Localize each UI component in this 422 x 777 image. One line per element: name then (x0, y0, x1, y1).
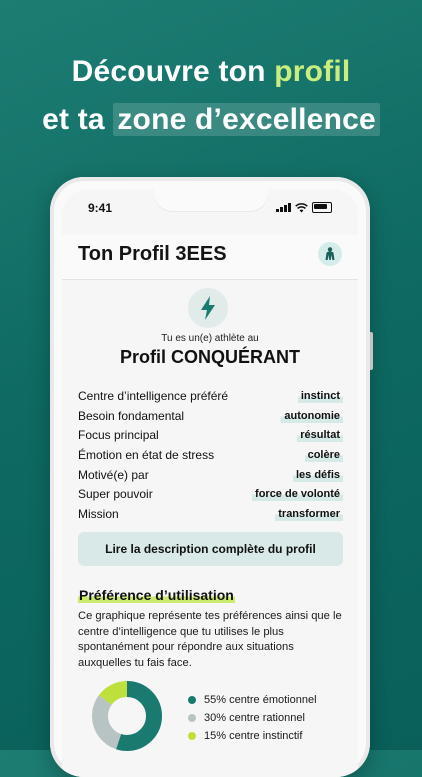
attribute-label: Centre d’intelligence préféré (78, 388, 229, 403)
legend-item: 55% centre émotionnel (188, 691, 317, 709)
attribute-row: Centre d’intelligence préféré instinct (78, 386, 343, 406)
preference-donut-chart (92, 681, 162, 751)
profile-attributes: Centre d’intelligence préféré instinct Be… (78, 386, 343, 524)
legend-label: 30% centre rationnel (204, 712, 305, 724)
attribute-row: Motivé(e) par les défis (78, 465, 343, 485)
profile-intro: Tu es un(e) athlète au (161, 333, 259, 344)
attribute-value: instinct (297, 388, 343, 403)
chart-legend: 55% centre émotionnel 30% centre rationn… (188, 691, 317, 745)
wifi-icon (295, 202, 308, 212)
profile-name: Profil CONQUÉRANT (120, 347, 300, 367)
legend-dot (188, 732, 196, 740)
attribute-row: Super pouvoir force de volonté (78, 484, 343, 504)
attribute-value: les défis (292, 467, 343, 482)
legend-dot (188, 696, 196, 704)
attribute-value: résultat (297, 428, 343, 443)
app-header: Ton Profil 3EES (62, 235, 358, 280)
attribute-label: Besoin fondamental (78, 408, 185, 423)
attribute-value: force de volonté (252, 487, 343, 502)
page-title: Ton Profil 3EES (78, 243, 227, 265)
attribute-label: Émotion en état de stress (78, 447, 215, 462)
headline-text: et ta (42, 103, 114, 136)
headline-text: Découvre ton (71, 55, 275, 88)
headline-line-1: Découvre ton profil (0, 48, 422, 96)
lightning-bolt-icon (188, 288, 228, 328)
status-icons (276, 202, 332, 213)
attribute-value: colère (304, 447, 343, 462)
legend-dot (188, 714, 196, 722)
preference-description: Ce graphique représente tes préférences … (78, 610, 342, 669)
read-full-description-button[interactable]: Lire la description complète du profil (78, 532, 343, 566)
headline-highlight-profil: profil (274, 55, 351, 88)
legend-label: 15% centre instinctif (204, 730, 303, 742)
signal-icon (276, 203, 291, 212)
attribute-label: Mission (78, 506, 119, 521)
headline-highlight-zone: zone d’excellence (113, 103, 380, 136)
legend-item: 30% centre rationnel (188, 709, 317, 727)
attribute-row: Besoin fondamental autonomie (78, 406, 343, 426)
legend-item: 15% centre instinctif (188, 727, 317, 745)
attribute-value: autonomie (281, 408, 343, 423)
attribute-value: transformer (275, 506, 343, 521)
attribute-row: Mission transformer (78, 504, 343, 524)
attribute-row: Focus principal résultat (78, 425, 343, 445)
attribute-row: Émotion en état de stress colère (78, 445, 343, 465)
attribute-label: Super pouvoir (78, 487, 153, 502)
preference-title: Préférence d’utilisation (78, 587, 235, 603)
phone-frame: 9:41 Ton Profil 3EES Tu es un(e) athlète… (50, 177, 370, 777)
attribute-label: Focus principal (78, 428, 159, 443)
headline-line-2: et ta zone d’excellence (0, 96, 422, 144)
legend-label: 55% centre émotionnel (204, 694, 317, 706)
app-screen: 9:41 Ton Profil 3EES Tu es un(e) athlète… (62, 189, 358, 777)
battery-icon (312, 202, 332, 213)
promo-headline: Découvre ton profil et ta zone d’excelle… (0, 48, 422, 144)
phone-notch (154, 189, 268, 211)
athlete-icon[interactable] (318, 242, 342, 266)
status-time: 9:41 (88, 201, 113, 215)
attribute-label: Motivé(e) par (78, 467, 149, 482)
